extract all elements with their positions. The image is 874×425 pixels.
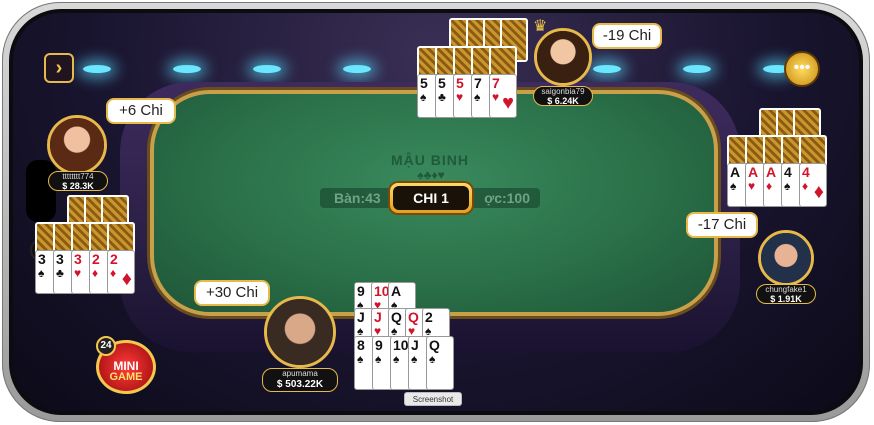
- card-suit: ♠: [38, 266, 45, 280]
- card-suit: ♥: [748, 179, 756, 193]
- card-suit-large: ♦: [121, 268, 132, 290]
- card-suit-large: ♦: [813, 181, 824, 203]
- card-rank: J: [411, 337, 419, 353]
- stage-light: [173, 65, 201, 73]
- card-rank: J: [374, 309, 382, 325]
- my-nameplate: apumama $ 503.22K: [262, 368, 338, 392]
- my-name: apumama: [282, 369, 318, 378]
- right-player-nameplate: chungfake1 $ 1.91K: [756, 284, 816, 304]
- playing-card: 2 ♦ ♦: [107, 250, 135, 294]
- card-suit: ♦: [110, 266, 117, 280]
- exit-button[interactable]: ›: [44, 53, 74, 83]
- card-rank: 10: [393, 337, 409, 353]
- card-rank: 9: [357, 283, 365, 299]
- card-suit: ♠: [784, 179, 791, 193]
- card-suit: ♦: [802, 179, 809, 193]
- card-rank: Q: [391, 309, 402, 325]
- card-suit: ♠: [429, 352, 436, 366]
- top-player-money: $ 6.24K: [547, 96, 579, 106]
- card-rank: Q: [408, 309, 419, 325]
- card-suit: ♥: [456, 90, 464, 104]
- card-rank: 5: [456, 75, 464, 91]
- card-rank: 8: [357, 337, 365, 353]
- avatar-right-player[interactable]: [758, 230, 814, 286]
- playing-card[interactable]: Q ♠: [426, 336, 454, 390]
- card-rank: 7: [492, 75, 500, 91]
- card-rank: A: [391, 283, 402, 299]
- stage-light: [83, 65, 111, 73]
- card-rank: 2: [92, 251, 100, 267]
- card-rank: 3: [38, 251, 46, 267]
- card-suit: ♠: [375, 352, 382, 366]
- card-rank: A: [766, 164, 777, 180]
- round-label: ợc:100: [484, 190, 530, 206]
- card-rank: 7: [474, 75, 482, 91]
- stage-light: [683, 65, 711, 73]
- stage-light: [253, 65, 281, 73]
- table-suits: ♠♣♦♥: [417, 168, 445, 182]
- card-rank: 9: [375, 337, 383, 353]
- card-rank: 4: [784, 164, 792, 180]
- card-rank: 2: [425, 309, 433, 325]
- card-rank: 4: [802, 164, 810, 180]
- card-suit: ♣: [438, 90, 446, 104]
- card-rank: Q: [429, 337, 440, 353]
- table-name: MẬU BINH: [391, 152, 469, 168]
- card-suit: ♠: [474, 90, 481, 104]
- card-suit: ♦: [92, 266, 99, 280]
- stage-light: [343, 65, 371, 73]
- playing-card: 4 ♦ ♦: [799, 163, 827, 207]
- card-suit: ♣: [56, 266, 64, 280]
- card-rank: 5: [438, 75, 446, 91]
- card-suit: ♥: [74, 266, 82, 280]
- card-suit-large: ♥: [502, 92, 514, 114]
- card-rank: 3: [74, 251, 82, 267]
- left-player-score-bubble: +6 Chi: [106, 98, 176, 124]
- avatar-me[interactable]: [264, 296, 336, 368]
- top-player-score-bubble: -19 Chi: [592, 23, 662, 49]
- crown-icon: ♛: [533, 18, 548, 35]
- card-rank: A: [730, 164, 741, 180]
- card-rank: 2: [110, 251, 118, 267]
- card-suit: ♥: [492, 90, 500, 104]
- card-suit: ♠: [730, 179, 737, 193]
- round-badge-text: CHI 1: [393, 186, 469, 210]
- avatar-left-player[interactable]: [47, 115, 107, 175]
- chat-icon: •••: [793, 59, 811, 76]
- mini-game-count-badge: 24: [96, 336, 116, 356]
- bet-label: Bàn:43: [334, 190, 381, 206]
- card-suit: ♠: [411, 352, 418, 366]
- top-player-nameplate: saigonbia79 $ 6.24K: [533, 86, 593, 106]
- card-suit: ♠: [420, 90, 427, 104]
- card-suit: ♠: [393, 352, 400, 366]
- card-suit: ♠: [357, 352, 364, 366]
- stage-light: [593, 65, 621, 73]
- screenshot-tooltip: Screenshot: [404, 392, 462, 406]
- left-player-money: $ 28.3K: [62, 181, 94, 191]
- chat-button[interactable]: •••: [784, 51, 820, 87]
- right-player-money: $ 1.91K: [770, 294, 802, 304]
- card-rank: J: [357, 309, 365, 325]
- playing-card: 7 ♥ ♥: [489, 74, 517, 118]
- card-suit: ♦: [766, 179, 773, 193]
- left-player-nameplate: tttttttt774 $ 28.3K: [48, 171, 108, 191]
- card-rank: A: [748, 164, 759, 180]
- right-player-score-bubble: -17 Chi: [686, 212, 758, 238]
- chevron-right-icon: ›: [55, 57, 63, 79]
- avatar-top-player[interactable]: [534, 28, 592, 86]
- my-money: $ 503.22K: [276, 379, 324, 390]
- card-rank: 5: [420, 75, 428, 91]
- card-rank: 3: [56, 251, 64, 267]
- mini-game-label-2: GAME: [109, 371, 143, 383]
- my-score-bubble: +30 Chi: [194, 280, 270, 306]
- round-badge: CHI 1: [390, 183, 472, 213]
